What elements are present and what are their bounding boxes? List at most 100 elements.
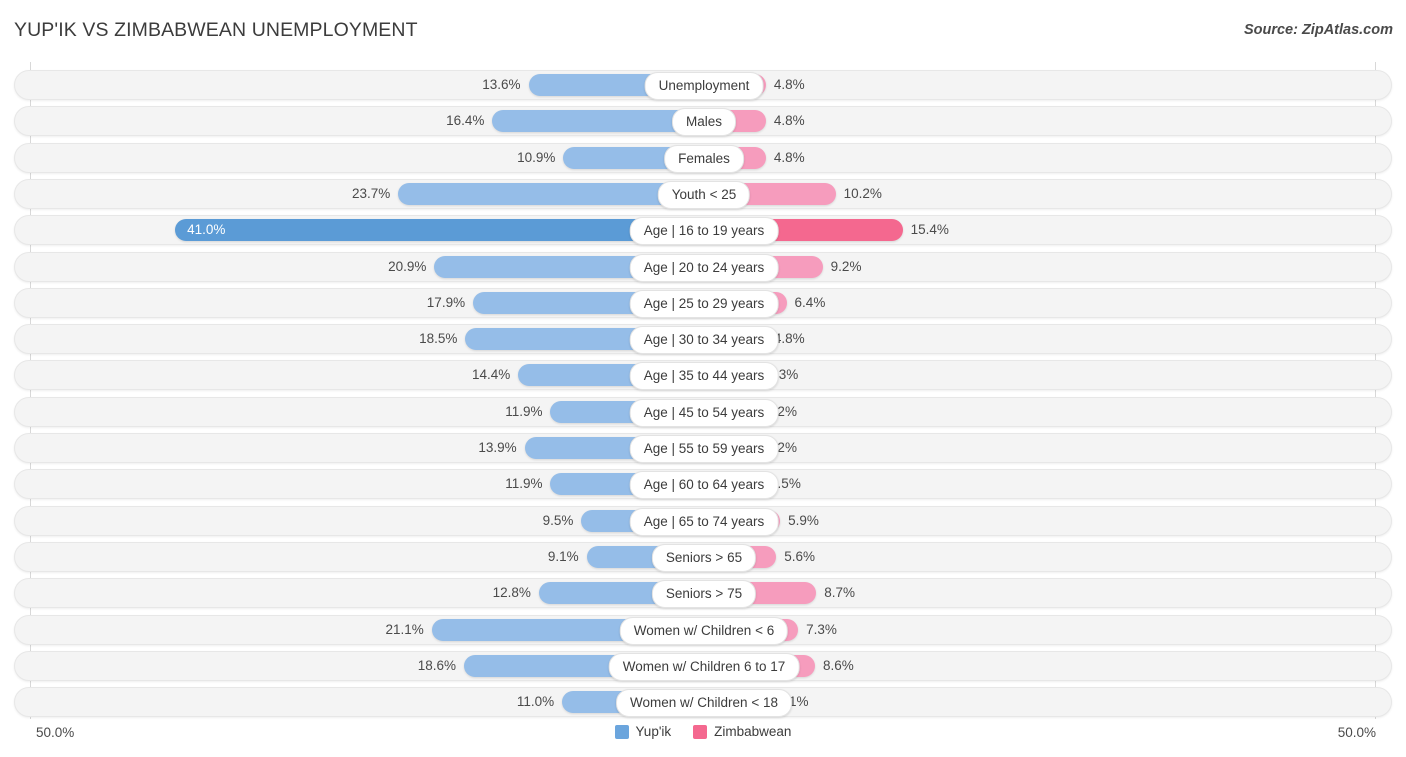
- row-content: 11.0% 5.1% Women w/ Children < 18: [15, 688, 1391, 718]
- table-row[interactable]: 18.6% 8.6% Women w/ Children 6 to 17: [14, 650, 1392, 681]
- row-content: 18.5% 4.8% Age | 30 to 34 years: [15, 325, 1391, 355]
- value-label-zimbabwean: 15.4%: [910, 222, 949, 238]
- legend-swatch-icon: [614, 724, 629, 739]
- value-label-zimbabwean: 8.7%: [824, 585, 855, 601]
- table-row[interactable]: 9.5% 5.9% Age | 65 to 74 years: [14, 505, 1392, 536]
- value-label-yupik: 12.8%: [492, 585, 531, 601]
- value-label-zimbabwean: 4.2%: [766, 440, 797, 455]
- value-label-yupik: 41.0%: [187, 222, 226, 238]
- legend-label: Yup'ik: [635, 724, 672, 739]
- row-content: 9.1% 5.6% Seniors > 65: [15, 543, 1391, 572]
- source-label: Source: ZipAtlas.com: [1243, 22, 1393, 38]
- value-label-zimbabwean: 5.9%: [788, 512, 819, 528]
- value-label-yupik: 9.1%: [547, 548, 579, 564]
- legend-yupik[interactable]: Yup'ik: [614, 724, 672, 739]
- value-label-yupik: 16.4%: [446, 113, 485, 129]
- table-row[interactable]: 20.9% 9.2% Age | 20 to 24 years: [14, 251, 1392, 282]
- value-label-yupik: 23.7%: [351, 185, 391, 201]
- value-label-zimbabwean: 8.6%: [822, 657, 854, 673]
- table-row[interactable]: 14.4% 4.3% Age | 35 to 44 years: [14, 360, 1392, 391]
- value-label-zimbabwean: 4.8%: [773, 149, 805, 165]
- value-label-zimbabwean: 4.3%: [767, 367, 799, 383]
- value-label-yupik: 13.6%: [482, 77, 521, 92]
- row-label-pill[interactable]: Males: [671, 108, 737, 137]
- value-label-yupik: 20.9%: [388, 258, 427, 274]
- row-label-pill[interactable]: Age | 35 to 44 years: [629, 362, 779, 391]
- row-content: 11.9% 4.2% Age | 45 to 54 years: [15, 398, 1391, 427]
- row-content: 21.1% 7.3% Women w/ Children < 6: [15, 616, 1391, 645]
- value-label-yupik: 13.9%: [478, 440, 517, 455]
- value-label-yupik: 14.4%: [471, 367, 511, 383]
- row-content: 11.9% 4.5% Age | 60 to 64 years: [15, 470, 1391, 500]
- value-label-zimbabwean: 6.4%: [794, 294, 826, 310]
- row-content: 13.9% 4.2% Age | 55 to 59 years: [15, 434, 1391, 463]
- table-row[interactable]: 23.7% 10.2% Youth < 25: [14, 178, 1392, 209]
- table-row[interactable]: 9.1% 5.6% Seniors > 65: [14, 541, 1392, 572]
- row-content: 23.7% 10.2% Youth < 25: [15, 180, 1391, 209]
- row-content: 41.0% 15.4% Age | 16 to 19 years: [15, 216, 1391, 246]
- value-label-yupik: 10.9%: [517, 149, 556, 165]
- row-label-pill[interactable]: Unemployment: [644, 72, 764, 100]
- row-label-pill[interactable]: Seniors > 65: [651, 543, 757, 572]
- value-label-yupik: 9.5%: [542, 512, 574, 528]
- table-row[interactable]: 13.6% 4.8% Unemployment: [14, 70, 1392, 100]
- table-row[interactable]: 13.9% 4.2% Age | 55 to 59 years: [14, 433, 1392, 463]
- value-label-zimbabwean: 9.2%: [830, 258, 862, 274]
- value-label-zimbabwean: 4.2%: [766, 403, 797, 419]
- value-label-yupik: 21.1%: [385, 621, 424, 637]
- row-label-pill[interactable]: Youth < 25: [657, 180, 751, 209]
- value-label-yupik: 18.6%: [417, 657, 457, 673]
- chart-header: YUP'IK VS ZIMBABWEAN UNEMPLOYMENT Source…: [0, 0, 1406, 62]
- row-content: 17.9% 6.4% Age | 25 to 29 years: [15, 289, 1391, 318]
- value-label-zimbabwean: 4.8%: [773, 77, 805, 92]
- row-content: 13.6% 4.8% Unemployment: [15, 71, 1391, 100]
- chart-plot-area: 13.6% 4.8% Unemployment 16.4% 4.8% Males 10.9%…: [0, 62, 1406, 719]
- row-label-pill[interactable]: Women w/ Children < 6: [619, 616, 789, 645]
- row-label-pill[interactable]: Seniors > 75: [651, 580, 757, 609]
- legend-swatch-icon: [693, 724, 708, 739]
- value-label-yupik: 17.9%: [426, 294, 466, 310]
- legend-zimbabwean[interactable]: Zimbabwean: [693, 724, 791, 739]
- row-label-pill[interactable]: Age | 16 to 19 years: [629, 217, 779, 246]
- table-row[interactable]: 11.9% 4.5% Age | 60 to 64 years: [14, 469, 1392, 500]
- table-row[interactable]: 18.5% 4.8% Age | 30 to 34 years: [14, 324, 1392, 355]
- table-row[interactable]: 12.8% 8.7% Seniors > 75: [14, 578, 1392, 609]
- row-label-pill[interactable]: Age | 45 to 54 years: [629, 398, 779, 427]
- chart-footer: 50.0% 50.0% Yup'ik Zimbabwean: [0, 719, 1406, 757]
- row-content: 16.4% 4.8% Males: [15, 107, 1391, 137]
- chart-legend: Yup'ik Zimbabwean: [0, 724, 1406, 739]
- table-row[interactable]: 16.4% 4.8% Males: [14, 106, 1392, 137]
- legend-label: Zimbabwean: [714, 724, 792, 739]
- value-label-zimbabwean: 4.8%: [773, 331, 805, 347]
- row-content: 14.4% 4.3% Age | 35 to 44 years: [15, 361, 1391, 391]
- table-row[interactable]: 10.9% 4.8% Females: [14, 142, 1392, 173]
- table-row[interactable]: 11.0% 5.1% Women w/ Children < 18: [14, 687, 1392, 718]
- value-label-zimbabwean: 10.2%: [843, 185, 882, 201]
- value-label-zimbabwean: 5.6%: [784, 548, 816, 564]
- value-label-yupik: 11.9%: [505, 403, 543, 419]
- table-row[interactable]: 17.9% 6.4% Age | 25 to 29 years: [14, 287, 1392, 318]
- page-title: YUP'IK VS ZIMBABWEAN UNEMPLOYMENT: [14, 19, 418, 41]
- row-label-pill[interactable]: Age | 60 to 64 years: [629, 471, 779, 500]
- row-label-pill[interactable]: Age | 25 to 29 years: [629, 289, 779, 318]
- table-row[interactable]: 21.1% 7.3% Women w/ Children < 6: [14, 614, 1392, 645]
- row-label-pill[interactable]: Females: [664, 144, 744, 173]
- value-label-yupik: 11.9%: [505, 476, 543, 492]
- table-row[interactable]: 11.9% 4.2% Age | 45 to 54 years: [14, 396, 1392, 427]
- row-content: 12.8% 8.7% Seniors > 75: [15, 579, 1391, 609]
- row-label-pill[interactable]: Age | 30 to 34 years: [629, 326, 779, 355]
- row-label-pill[interactable]: Age | 20 to 24 years: [629, 253, 779, 282]
- row-content: 9.5% 5.9% Age | 65 to 74 years: [15, 507, 1391, 536]
- value-label-zimbabwean: 4.8%: [773, 113, 805, 129]
- row-content: 10.9% 4.8% Females: [15, 144, 1391, 173]
- value-label-zimbabwean: 7.3%: [806, 621, 837, 637]
- table-row[interactable]: 41.0% 15.4% Age | 16 to 19 years: [14, 215, 1392, 246]
- value-label-yupik: 18.5%: [419, 331, 458, 347]
- value-label-zimbabwean: 4.5%: [770, 476, 801, 492]
- row-label-pill[interactable]: Age | 65 to 74 years: [629, 507, 779, 536]
- row-label-pill[interactable]: Age | 55 to 59 years: [629, 435, 779, 463]
- row-content: 20.9% 9.2% Age | 20 to 24 years: [15, 253, 1391, 282]
- row-label-pill[interactable]: Women w/ Children < 18: [616, 689, 792, 718]
- row-label-pill[interactable]: Women w/ Children 6 to 17: [608, 652, 800, 681]
- row-content: 18.6% 8.6% Women w/ Children 6 to 17: [15, 652, 1391, 681]
